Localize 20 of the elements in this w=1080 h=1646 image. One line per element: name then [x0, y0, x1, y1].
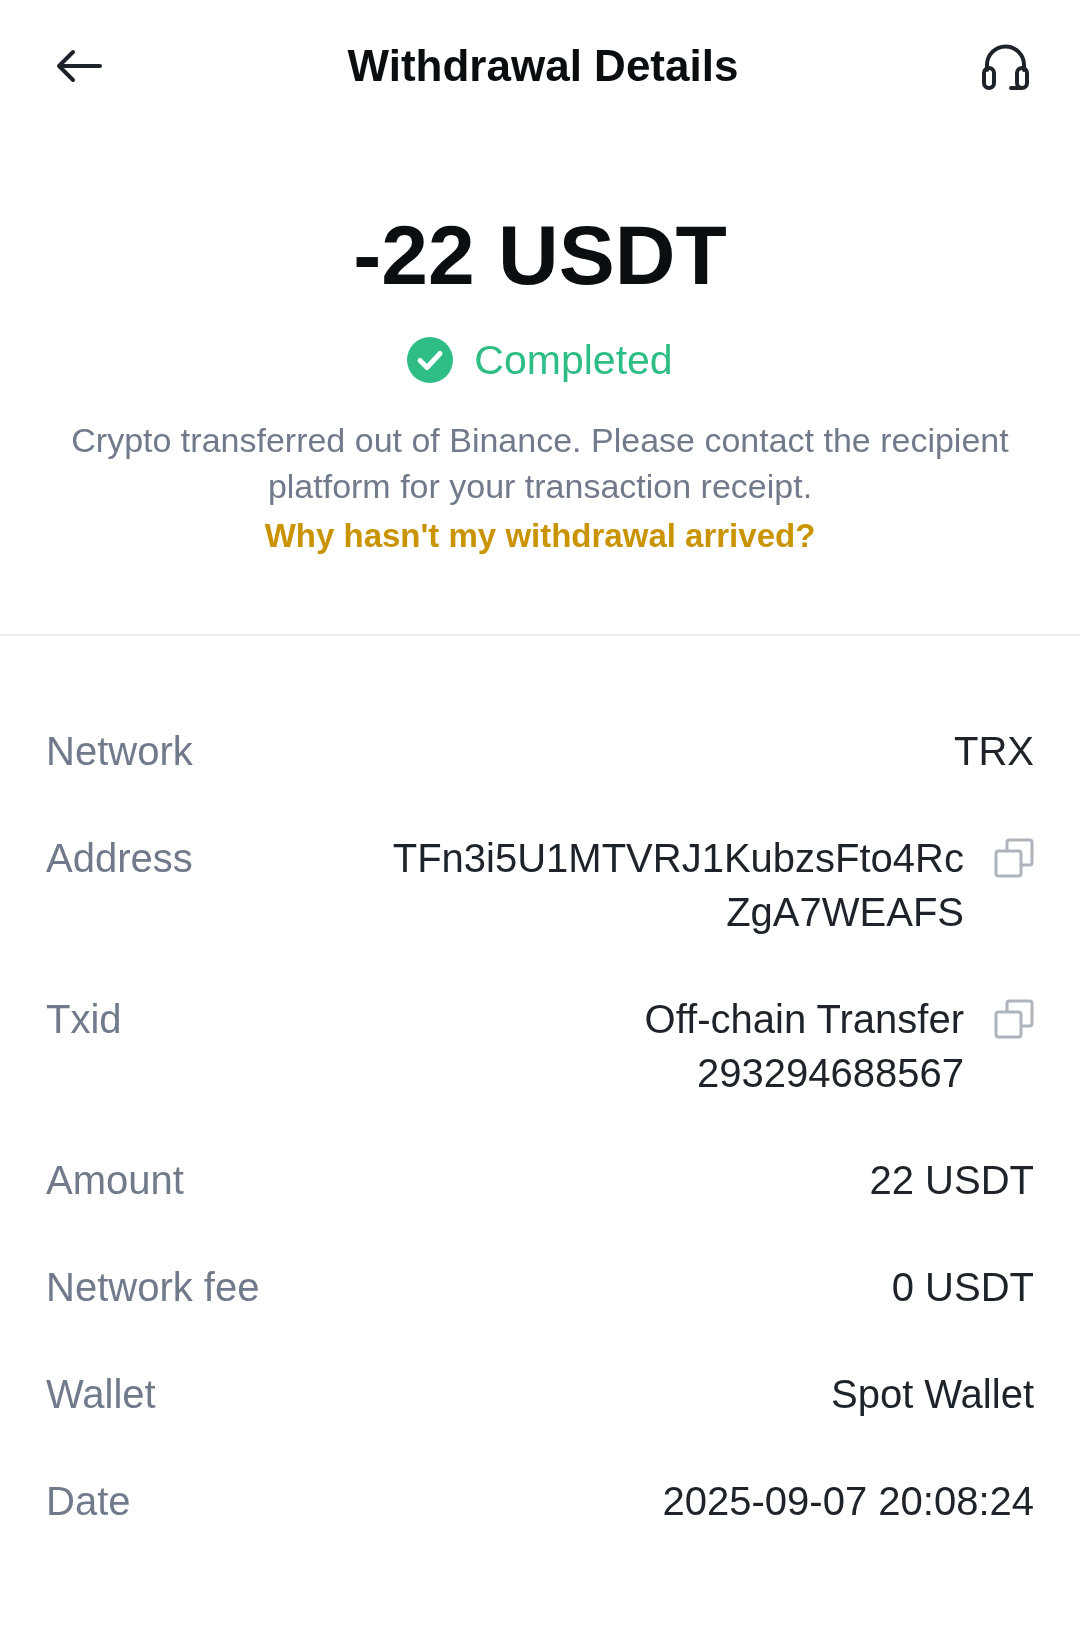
status-label: Completed [474, 336, 673, 385]
detail-label: Wallet [46, 1371, 156, 1418]
withdrawal-amount: -22 USDT [353, 213, 727, 297]
info-message: Crypto transferred out of Binance. Please contact the recipient platform for your transaction receipt. [70, 420, 1010, 507]
detail-value: TRX [954, 728, 1034, 775]
detail-value: 2025-09-07 20:08:24 [662, 1478, 1034, 1525]
help-link[interactable]: Why hasn't my withdrawal arrived? [264, 513, 816, 559]
detail-label: Network fee [46, 1264, 260, 1311]
detail-value: Off-chain Transfer 293294688567 [644, 996, 964, 1097]
detail-label: Network [46, 728, 193, 775]
back-arrow-icon[interactable] [55, 49, 103, 83]
detail-value: Spot Wallet [830, 1371, 1034, 1418]
detail-label: Txid [46, 996, 122, 1043]
detail-value: TFn3i5U1MTVRJ1KubzsFto4Rc ZgA7WEAFS [392, 835, 964, 936]
detail-label: Address [46, 835, 193, 882]
detail-value: 0 USDT [891, 1264, 1034, 1311]
detail-value: 22 USDT [869, 1157, 1034, 1204]
detail-label: Date [46, 1478, 131, 1525]
detail-label: Amount [46, 1157, 184, 1204]
page-title: Withdrawal Details [347, 40, 739, 92]
